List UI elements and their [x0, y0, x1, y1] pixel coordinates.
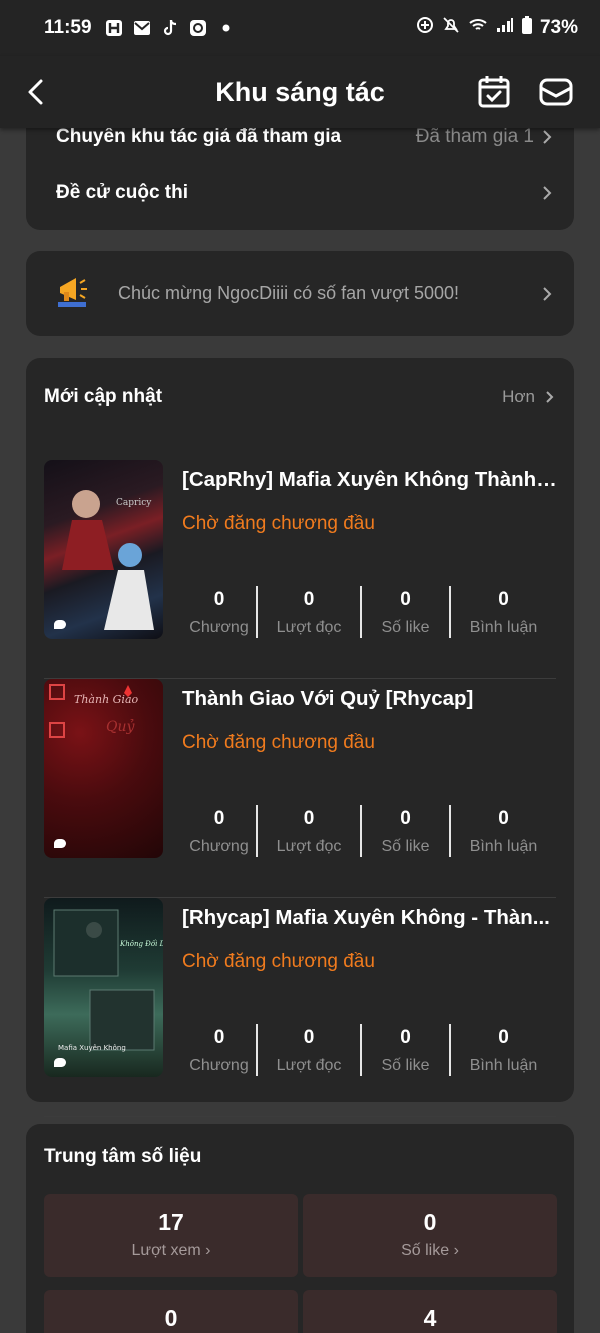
scroll-content[interactable]: Chuyên khu tác giả đã tham gia Đã tham g… — [0, 128, 600, 1333]
mail-icon[interactable] — [538, 76, 574, 108]
chevron-right-icon — [543, 287, 552, 301]
stat-chapters: 0 Chương — [189, 589, 249, 636]
megaphone-icon — [58, 278, 87, 307]
system-icons: 73% — [416, 16, 578, 40]
top-nav: Khu sáng tác — [0, 56, 600, 128]
book-title: [CapRhy] Mafia Xuyên Không Thành ... — [182, 468, 558, 491]
data-center-card: Trung tâm số liệu 17 Lượt xem › 0 Số lik… — [26, 1124, 574, 1333]
more-label: Hơn — [502, 387, 535, 406]
book-stats: 0 Chương 0 Lượt đọc 0 Số like 0 Bình luận — [182, 586, 558, 638]
status-bar: 11:59 73% — [0, 0, 600, 56]
stat-reads: 0 Lượt đọc — [276, 589, 342, 636]
chevron-right-icon: › — [453, 1242, 459, 1259]
announcement-banner[interactable]: Chúc mừng NgocDiiii có số fan vượt 5000! — [26, 251, 574, 336]
svg-text:Quỷ: Quỷ — [106, 718, 135, 735]
clock: 11:59 — [44, 17, 92, 38]
tile-label: Lượt xem › — [131, 1242, 211, 1259]
chevron-right-icon — [543, 130, 552, 144]
tile-value: 17 — [158, 1209, 184, 1235]
tile-label: Số like › — [401, 1242, 459, 1259]
comment-icon — [54, 620, 66, 629]
contest-label: Đề cử cuộc thi — [56, 182, 189, 203]
camera-app-icon — [188, 18, 208, 38]
stat-chapters: 0 Chương — [189, 808, 249, 855]
section-title: Mới cập nhật — [44, 386, 163, 407]
comment-icon — [54, 839, 66, 848]
signal-icon — [496, 17, 514, 39]
back-icon[interactable] — [22, 76, 52, 108]
tiktok-icon — [160, 18, 180, 38]
book-item[interactable]: Capricy [CapRhy] Mafia Xuyên Không Thành… — [44, 460, 558, 679]
book-status: Chờ đăng chương đầu — [182, 513, 375, 534]
links-card: Chuyên khu tác giả đã tham gia Đã tham g… — [26, 128, 574, 230]
author-zone-row[interactable]: Chuyên khu tác giả đã tham gia Đã tham g… — [56, 128, 552, 152]
cover-art: Không Đối D. Mafia Xuyên Không — [53, 909, 163, 1052]
tile-value: 4 — [423, 1305, 437, 1331]
chevron-right-icon — [546, 391, 554, 403]
svg-text:Capricy: Capricy — [116, 498, 152, 508]
more-link[interactable]: Hơn — [502, 387, 554, 407]
announcement-text: Chúc mừng NgocDiiii có số fan vượt 5000! — [118, 283, 460, 303]
battery-icon — [521, 16, 532, 40]
svg-text:Không Đối D.: Không Đối D. — [119, 939, 163, 948]
likes-tile[interactable]: 0 Số like › — [303, 1194, 557, 1277]
comment-icon — [54, 1058, 66, 1067]
stat-comments: 0 Bình luận — [469, 808, 538, 855]
book-title: Thành Giao Với Quỷ [Rhycap] — [182, 687, 474, 710]
cover-art: Capricy — [62, 490, 154, 630]
book-item[interactable]: Không Đối D. Mafia Xuyên Không [Rhycap] … — [44, 898, 556, 1117]
stat-likes: 0 Số like — [381, 808, 430, 855]
stat-reads: 0 Lượt đọc — [276, 1027, 342, 1074]
recent-updates-card: Mới cập nhật Hơn Capricy [CapRhy] Mafia … — [26, 358, 574, 1117]
book-cover: Không Đối D. Mafia Xuyên Không — [44, 898, 163, 1077]
battery-percent: 73% — [539, 17, 578, 38]
chevron-right-icon — [543, 186, 552, 200]
stat-comments: 0 Bình luận — [469, 589, 538, 636]
stat-reads: 0 Lượt đọc — [276, 808, 342, 855]
book-status: Chờ đăng chương đầu — [182, 732, 375, 753]
stat-likes: 0 Số like — [381, 1027, 430, 1074]
book-stats: 0 Chương 0 Lượt đọc 0 Số like 0 Bình luận — [182, 805, 558, 857]
stat-comments: 0 Bình luận — [469, 1027, 538, 1074]
book-cover: Capricy — [44, 460, 163, 639]
book-item[interactable]: Thành Giao Quỷ Thành Giao Với Quỷ [Rhyca… — [44, 679, 556, 898]
cover-art: Thành Giao Quỷ — [49, 684, 139, 738]
wifi-icon — [468, 17, 488, 39]
dot-icon — [216, 18, 236, 38]
tile-value: 0 — [423, 1209, 437, 1235]
stat-tile[interactable]: 4 — [303, 1290, 557, 1333]
stat-likes: 0 Số like — [381, 589, 430, 636]
svg-text:Mafia Xuyên Không: Mafia Xuyên Không — [58, 1044, 126, 1052]
section-title: Trung tâm số liệu — [44, 1146, 202, 1167]
book-stats: 0 Chương 0 Lượt đọc 0 Số like 0 Bình luận — [182, 1024, 558, 1076]
data-saver-icon — [416, 16, 434, 40]
chevron-right-icon: › — [205, 1242, 211, 1259]
h-app-icon — [104, 18, 124, 38]
author-zone-label: Chuyên khu tác giả đã tham gia — [56, 128, 342, 147]
book-title: [Rhycap] Mafia Xuyên Không - Thàn... — [182, 906, 550, 929]
views-tile[interactable]: 17 Lượt xem › — [44, 1194, 298, 1277]
book-cover: Thành Giao Quỷ — [44, 679, 163, 858]
contest-row[interactable]: Đề cử cuộc thi — [56, 178, 552, 208]
gmail-icon — [132, 18, 152, 38]
stat-chapters: 0 Chương — [189, 1027, 249, 1074]
mute-icon — [442, 16, 460, 40]
book-status: Chờ đăng chương đầu — [182, 951, 375, 972]
tile-value: 0 — [164, 1305, 178, 1331]
stat-tile[interactable]: 0 — [44, 1290, 298, 1333]
calendar-check-icon[interactable] — [477, 74, 511, 110]
page-title: Khu sáng tác — [215, 76, 385, 107]
author-zone-value: Đã tham gia 1 — [415, 128, 534, 147]
